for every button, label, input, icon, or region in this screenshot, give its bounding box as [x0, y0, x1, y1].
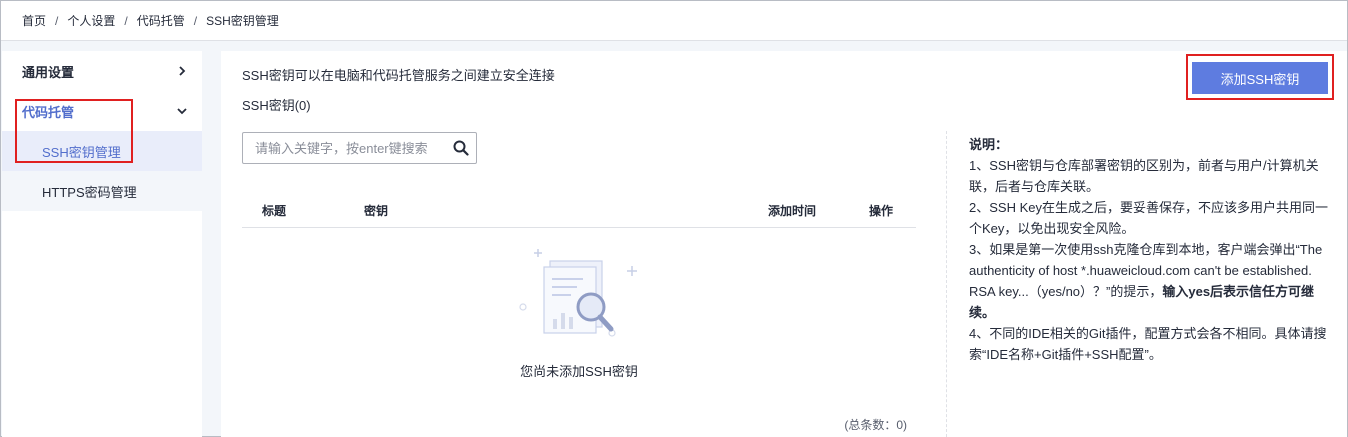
add-ssh-key-button[interactable]: 添加SSH密钥 — [1192, 62, 1328, 94]
breadcrumb-personal-settings[interactable]: 个人设置 — [67, 12, 115, 29]
breadcrumb-home[interactable]: 首页 — [22, 12, 46, 29]
notes-item: 2、SSH Key在生成之后，要妥善保存，不应该多用户共用同一个Key，以免出现… — [969, 200, 1328, 236]
chevron-right-icon — [172, 61, 192, 81]
main-panel: SSH密钥可以在电脑和代码托管服务之间建立安全连接 SSH密钥(0) 添加SSH… — [221, 51, 1347, 437]
ssh-key-count: SSH密钥(0) — [242, 98, 311, 113]
sidebar-item-label: HTTPS密码管理 — [42, 184, 137, 200]
breadcrumb-separator: / — [55, 13, 59, 28]
app-frame: 首页 / 个人设置 / 代码托管 / SSH密钥管理 通用设置 代码托管 SSH… — [0, 0, 1348, 437]
column-header-added-time: 添加时间 — [768, 204, 817, 218]
total-count: (总条数：0) — [844, 418, 907, 432]
sidebar-item-ssh-keys[interactable]: SSH密钥管理 — [2, 131, 202, 171]
sidebar-group-code-hosting[interactable]: 代码托管 — [2, 91, 202, 131]
chevron-down-icon — [172, 101, 192, 121]
column-header-key: 密钥 — [364, 204, 389, 218]
sidebar-item-label: SSH密钥管理 — [42, 144, 121, 160]
search-input[interactable] — [243, 133, 446, 163]
notes-panel: 说明： 1、SSH密钥与仓库部署密钥的区别为，前者与用户/计算机关联，后者与仓库… — [969, 134, 1331, 365]
search-icon[interactable] — [446, 140, 476, 156]
empty-state-illustration — [517, 247, 641, 347]
breadcrumb-separator: / — [124, 13, 128, 28]
sidebar-item-https-password[interactable]: HTTPS密码管理 — [2, 171, 202, 211]
sidebar-group-label: 代码托管 — [22, 104, 75, 120]
search-box — [242, 132, 477, 164]
notes-item: 4、不同的IDE相关的Git插件，配置方式会各不相同。具体请搜索“IDE名称+G… — [969, 326, 1327, 362]
page-intro: SSH密钥可以在电脑和代码托管服务之间建立安全连接 — [242, 68, 555, 83]
panel-divider — [946, 131, 947, 437]
notes-title: 说明： — [969, 137, 1009, 152]
table-header: 标题 密钥 添加时间 操作 — [242, 190, 916, 228]
notes-item: 1、SSH密钥与仓库部署密钥的区别为，前者与用户/计算机关联，后者与仓库关联。 — [969, 158, 1319, 194]
column-header-actions: 操作 — [869, 204, 894, 218]
breadcrumb-code-hosting[interactable]: 代码托管 — [137, 12, 185, 29]
breadcrumb-current: SSH密钥管理 — [206, 14, 279, 28]
sidebar-group-label: 通用设置 — [22, 64, 75, 80]
sidebar-group-general-settings[interactable]: 通用设置 — [2, 51, 202, 91]
notes-item: 3、如果是第一次使用ssh克隆仓库到本地，客户端会弹出“The authenti… — [969, 239, 1331, 323]
empty-state-text: 您尚未添加SSH密钥 — [520, 364, 638, 379]
breadcrumb-separator: / — [193, 13, 198, 28]
column-header-title: 标题 — [262, 204, 287, 218]
sidebar: 通用设置 代码托管 SSH密钥管理 HTTPS密码管理 — [2, 51, 202, 437]
breadcrumb: 首页 / 个人设置 / 代码托管 / SSH密钥管理 — [1, 1, 1347, 41]
